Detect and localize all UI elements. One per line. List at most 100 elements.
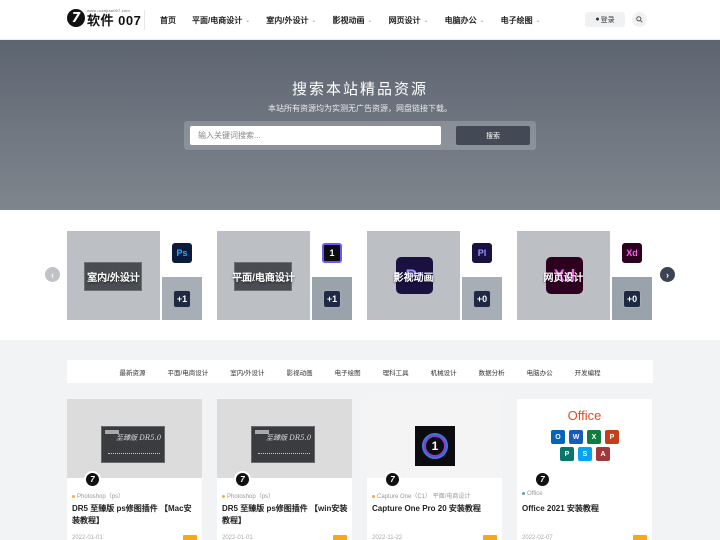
post-title[interactable]: DR5 至臻版 ps修图插件 【Mac安装教程】: [72, 503, 198, 527]
tab-5[interactable]: 理科工具: [383, 367, 409, 377]
category-title: 网页设计: [543, 273, 584, 284]
price-badge: [483, 535, 497, 540]
nav-item-6[interactable]: 电子绘图 ⌄: [501, 15, 541, 26]
category-more-tile[interactable]: +0: [462, 277, 502, 320]
search-icon: [636, 16, 643, 23]
category-dot-icon: [72, 494, 75, 498]
category-card[interactable]: 室内/外设计 Ps +1: [67, 231, 202, 320]
app-icon: Ps: [172, 243, 192, 263]
tab-8[interactable]: 电脑办公: [527, 367, 553, 377]
category-card[interactable]: 平面/电商设计 1 +1: [217, 231, 352, 320]
tab-1[interactable]: 平面/电商设计: [167, 367, 208, 377]
post-card[interactable]: 至臻版 DR5.0 7 Photoshop（ps） DR5 至臻版 ps修图插件 【M…: [67, 399, 202, 540]
site-logo[interactable]: 7 www.ruanjian007.com 软件 007: [67, 9, 141, 27]
login-label: 登录: [600, 16, 615, 24]
category-more-tile[interactable]: +1: [312, 277, 352, 320]
tab-2[interactable]: 室内/外设计: [230, 367, 264, 377]
nav-item-3[interactable]: 影视动画 ⌄: [333, 15, 373, 26]
category-card[interactable]: Xd 网页设计 Xd +0: [517, 231, 652, 320]
nav-item-0[interactable]: 首页: [160, 15, 176, 26]
category-top-icon[interactable]: Ps: [162, 231, 202, 275]
author-avatar[interactable]: 7: [384, 471, 401, 488]
app-icon: Pl: [472, 243, 492, 263]
post-thumbnail[interactable]: 至臻版 DR5.0: [217, 399, 352, 478]
nav-item-1[interactable]: 平面/电商设计 ⌄: [192, 15, 250, 26]
category-dot-icon: [372, 494, 375, 498]
post-title[interactable]: Capture One Pro 20 安装教程: [372, 503, 498, 515]
category-dot-icon: [222, 494, 225, 498]
post-category[interactable]: Capture One（C1） 平面/电商设计: [372, 491, 470, 500]
post-category[interactable]: Photoshop（ps）: [72, 491, 124, 500]
post-date: 2022-01-01: [72, 535, 103, 540]
post-category[interactable]: Photoshop（ps）: [222, 491, 274, 500]
category-image: Xd 网页设计: [517, 231, 610, 320]
category-image: Pr 影视动画: [367, 231, 460, 320]
office-title: Office: [567, 408, 602, 423]
nav-item-4[interactable]: 网页设计 ⌄: [389, 15, 429, 26]
nav-item-label: 电脑办公: [444, 15, 477, 25]
nav-item-label: 首页: [160, 15, 176, 25]
category-tabs: 最新资源 平面/电商设计 室内/外设计 影视动画 电子绘图 理科工具 机械设计 数据分析 电脑办…: [67, 360, 653, 383]
category-image: 室内/外设计: [67, 231, 160, 320]
nav-item-label: 网页设计: [388, 15, 421, 25]
capture-one-icon: 1: [415, 426, 455, 466]
post-thumbnail[interactable]: Office O W X P P S A: [517, 399, 652, 478]
category-more-tile[interactable]: +0: [612, 277, 652, 320]
post-title[interactable]: Office 2021 安装教程: [522, 503, 648, 515]
dr5-logo: 至臻版 DR5.0: [116, 434, 162, 442]
logo-text: 软件 007: [87, 13, 142, 28]
price-badge: [633, 535, 647, 540]
dr5-preview: 至臻版 DR5.0: [101, 426, 165, 463]
nav-item-label: 电子绘图: [500, 15, 533, 25]
hero-title: 搜索本站精品资源: [291, 81, 428, 98]
carousel-next-button[interactable]: ›: [660, 267, 675, 282]
author-avatar[interactable]: 7: [234, 471, 251, 488]
tab-7[interactable]: 数据分析: [479, 367, 505, 377]
post-card[interactable]: 1 7 Capture One（C1） 平面/电商设计 Capture One Pro…: [367, 399, 502, 540]
dr5-preview: 至臻版 DR5.0: [251, 426, 315, 463]
header-divider: [144, 10, 145, 30]
post-thumbnail[interactable]: 至臻版 DR5.0: [67, 399, 202, 478]
post-date: 2022-11-22: [372, 535, 403, 540]
nav-item-label: 平面/电商设计: [192, 15, 243, 25]
post-thumbnail[interactable]: 1: [367, 399, 502, 478]
nav-item-5[interactable]: 电脑办公 ⌄: [445, 15, 485, 26]
category-top-icon[interactable]: Xd: [612, 231, 652, 275]
post-card[interactable]: Office O W X P P S A 7 Office Office 2021 安装教程 2022…: [517, 399, 652, 540]
category-top-icon[interactable]: Pl: [462, 231, 502, 275]
tab-9[interactable]: 开发编程: [575, 367, 601, 377]
chevron-down-icon: ⌄: [245, 17, 251, 24]
tab-6[interactable]: 机械设计: [431, 367, 457, 377]
more-count-badge: +0: [623, 289, 641, 308]
dr5-logo: 至臻版 DR5.0: [266, 434, 312, 442]
chevron-left-icon: ‹: [51, 269, 54, 280]
login-button[interactable]: ● 登录: [585, 12, 625, 27]
author-avatar[interactable]: 7: [84, 471, 101, 488]
category-more-tile[interactable]: +1: [162, 277, 202, 320]
user-icon: ●: [595, 16, 600, 23]
tab-4[interactable]: 电子绘图: [335, 367, 361, 377]
search-input[interactable]: [190, 126, 441, 145]
nav-item-2[interactable]: 室内/外设计 ⌄: [266, 15, 316, 26]
top-header: 7 www.ruanjian007.com 软件 007 首页 平面/电商设计 ⌄ 室…: [0, 0, 720, 40]
category-title: 室内/外设计: [87, 273, 140, 284]
tab-0[interactable]: 最新资源: [119, 367, 145, 377]
app-icon: Xd: [622, 243, 642, 263]
category-top-icon[interactable]: 1: [312, 231, 352, 275]
post-category[interactable]: Office: [522, 491, 543, 497]
header-search-button[interactable]: [632, 12, 647, 27]
post-date: 2022-01-01: [222, 535, 253, 540]
chevron-down-icon: ⌄: [479, 17, 485, 24]
carousel-prev-button[interactable]: ‹: [45, 267, 60, 282]
more-count-badge: +1: [323, 289, 341, 308]
price-badge: [333, 535, 347, 540]
post-card[interactable]: 至臻版 DR5.0 7 Photoshop（ps） DR5 至臻版 ps修图插件 【w…: [217, 399, 352, 540]
search-submit-button[interactable]: 搜索: [456, 126, 530, 145]
chevron-right-icon: ›: [666, 269, 669, 280]
post-title[interactable]: DR5 至臻版 ps修图插件 【win安装教程】: [222, 503, 348, 527]
category-card[interactable]: Pr 影视动画 Pl +0: [367, 231, 502, 320]
author-avatar[interactable]: 7: [534, 471, 551, 488]
logo-mark: 7: [67, 9, 85, 27]
category-title: 平面/电商设计: [232, 273, 295, 284]
tab-3[interactable]: 影视动画: [287, 367, 313, 377]
